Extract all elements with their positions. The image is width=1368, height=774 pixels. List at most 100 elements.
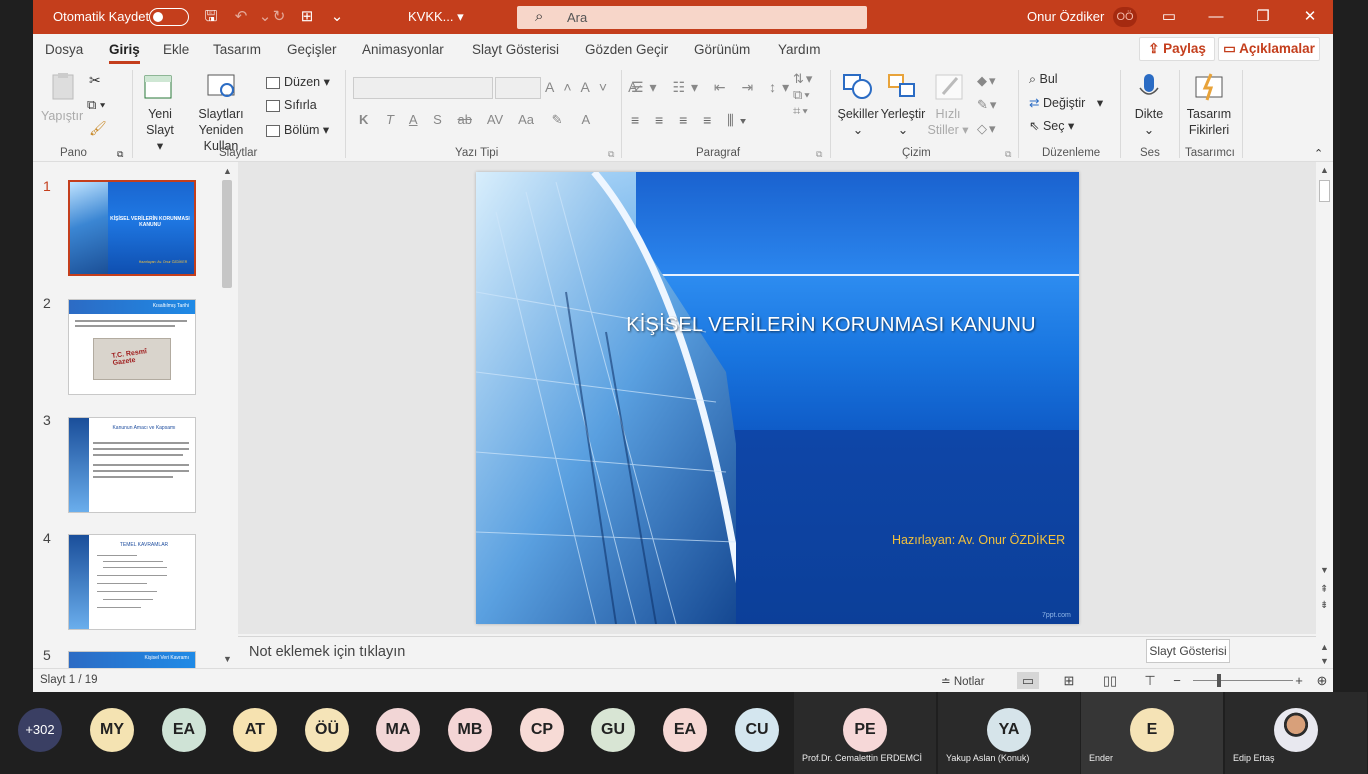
more-participants-button[interactable]: +302 (18, 708, 62, 752)
participant-avatar[interactable]: ÖÜ (305, 708, 349, 752)
tab-home[interactable]: Giriş (109, 42, 140, 64)
restore-icon[interactable]: ❐ (1248, 5, 1278, 29)
notes-scroll-up-icon[interactable]: ▲ (1320, 642, 1329, 652)
replace-button[interactable]: ⇄ Değiştir ▾ (1029, 95, 1103, 110)
scroll-thumb[interactable] (222, 180, 232, 288)
zoom-in-icon[interactable]: + (1292, 672, 1306, 689)
slide-title[interactable]: KİŞİSEL VERİLERİN KORUNMASI KANUNU (611, 314, 1051, 337)
collapse-ribbon-icon[interactable]: ⌃ (1314, 146, 1323, 162)
shapes-button[interactable]: Şekiller ⌄ (837, 106, 879, 138)
tab-insert[interactable]: Ekle (163, 42, 189, 57)
strikethrough-button[interactable]: ab (457, 112, 471, 127)
dictate-button[interactable]: Dikte ⌄ (1128, 106, 1170, 138)
slide-thumbnail-2[interactable]: Kısaltılmış Tarihi T.C. Resmî Gazete (68, 299, 196, 395)
zoom-slider-knob[interactable] (1217, 674, 1221, 687)
paste-icon[interactable] (47, 72, 81, 102)
close-icon[interactable]: ✕ (1295, 5, 1325, 29)
quick-styles-icon[interactable] (933, 72, 967, 102)
paste-button[interactable]: Yapıştır (41, 108, 83, 124)
autosave-toggle[interactable] (149, 8, 189, 26)
user-name[interactable]: Onur Özdiker (1027, 9, 1104, 24)
cut-icon[interactable]: ✂ (89, 72, 101, 88)
thumbnail-scrollbar[interactable]: ▲ ▼ (219, 166, 235, 666)
scroll-up-icon[interactable]: ▲ (1320, 165, 1329, 175)
slide-author[interactable]: Hazırlayan: Av. Onur ÖZDİKER (892, 533, 1065, 547)
slide-thumbnail-4[interactable]: TEMEL KAVRAMLAR (68, 534, 196, 630)
char-spacing-button[interactable]: AV (487, 112, 503, 127)
user-avatar[interactable]: OÖ (1113, 7, 1137, 27)
slideshow-icon[interactable]: ⊤ (1139, 672, 1161, 689)
participant-avatar[interactable]: GU (591, 708, 635, 752)
tab-view[interactable]: Görünüm (694, 42, 750, 57)
minimize-icon[interactable]: — (1201, 5, 1231, 29)
comments-button[interactable]: ▭ Açıklamalar (1218, 37, 1320, 61)
zoom-slider[interactable] (1193, 680, 1293, 681)
drawing-launcher-icon[interactable]: ⧉ (1005, 146, 1011, 162)
reset-button[interactable]: Sıfırla (266, 98, 317, 112)
list-indent-icons[interactable]: ☰▾ ☷▾ ⇤ ⇥ ↕▾ (631, 79, 795, 96)
slide-thumbnail-3[interactable]: Kanunun Amacı ve Kapsamı (68, 417, 196, 513)
search-box[interactable]: ⌕ Ara (517, 6, 867, 29)
arrange-button[interactable]: Yerleştir ⌄ (879, 106, 927, 138)
find-button[interactable]: ⌕ Bul (1029, 72, 1058, 87)
tab-help[interactable]: Yardım (778, 42, 821, 57)
current-slide[interactable]: KİŞİSEL VERİLERİN KORUNMASI KANUNU Hazır… (476, 172, 1079, 624)
format-painter-icon[interactable]: 🖌 (89, 120, 107, 136)
next-slide-icon[interactable]: ⇟ (1320, 600, 1328, 611)
tab-design[interactable]: Tasarım (213, 42, 261, 57)
share-button[interactable]: ⇪ Paylaş (1139, 37, 1215, 61)
scroll-up-icon[interactable]: ▲ (223, 166, 232, 176)
font-color-icon[interactable]: A (581, 112, 590, 127)
scroll-down-icon[interactable]: ▼ (223, 654, 232, 664)
bold-button[interactable]: K (359, 112, 368, 127)
zoom-out-icon[interactable]: − (1170, 672, 1184, 689)
tab-file[interactable]: Dosya (45, 42, 83, 57)
font-launcher-icon[interactable]: ⧉ (608, 146, 614, 162)
scroll-down-icon[interactable]: ▼ (1320, 565, 1329, 575)
shadow-button[interactable]: S (433, 112, 442, 127)
font-name-field[interactable] (353, 77, 493, 99)
participant-avatar[interactable]: EA (663, 708, 707, 752)
microphone-icon[interactable] (1132, 72, 1166, 102)
shape-fill-outline-icons[interactable]: ◆▾ ✎▾ ◇▾ (977, 69, 998, 141)
participant-tile[interactable]: E Ender (1081, 692, 1223, 774)
participant-avatar[interactable]: MY (90, 708, 134, 752)
reading-view-icon[interactable]: ▯▯ (1099, 672, 1121, 689)
redo-icon[interactable]: ↻ (269, 7, 289, 27)
tab-slideshow[interactable]: Slayt Gösterisi (472, 42, 559, 57)
previous-slide-icon[interactable]: ⇞ (1320, 584, 1328, 595)
new-slide-icon[interactable] (141, 72, 175, 102)
slide-sorter-icon[interactable]: ⊞ (1058, 672, 1080, 689)
slide-thumbnail-1[interactable]: KİŞİSEL VERİLERİN KORUNMASI KANUNU Hazır… (68, 180, 196, 276)
alignment-icons[interactable]: ≡ ≡ ≡ ≡ ⫼▾ (631, 112, 753, 129)
shapes-icon[interactable] (841, 72, 875, 102)
new-slide-button[interactable]: Yeni Slayt ▾ (143, 106, 177, 154)
change-case-button[interactable]: Aa (518, 112, 534, 127)
layout-button[interactable]: Düzen ▾ (266, 74, 330, 89)
scroll-thumb[interactable] (1319, 180, 1330, 202)
design-ideas-button[interactable]: Tasarım Fikirleri (1183, 106, 1235, 138)
notes-toggle-button[interactable]: ≐ Notlar (941, 674, 985, 688)
tab-transitions[interactable]: Geçişler (287, 42, 337, 57)
normal-view-icon[interactable]: ▭ (1017, 672, 1039, 689)
participant-avatar[interactable]: MA (376, 708, 420, 752)
clipboard-launcher-icon[interactable]: ⧉ (117, 146, 123, 162)
participant-tile[interactable]: PE Prof.Dr. Cemalettin ERDEMCİ (794, 692, 936, 774)
save-icon[interactable]: 🖫 (201, 7, 221, 27)
tab-review[interactable]: Gözden Geçir (585, 42, 668, 57)
participant-avatar[interactable]: CU (735, 708, 779, 752)
text-direction-icons[interactable]: ⇅▾ ⧉▾ ⌗▾ (793, 71, 814, 119)
slide-thumbnail-5[interactable]: Kişisel Veri Kavramı (68, 651, 196, 668)
arrange-icon[interactable] (886, 72, 920, 102)
participant-tile[interactable]: Edip Ertaş (1225, 692, 1367, 774)
tab-animations[interactable]: Animasyonlar (362, 42, 444, 57)
select-button[interactable]: ⇖ Seç ▾ (1029, 118, 1074, 133)
quick-styles-button[interactable]: Hızlı Stiller ▾ (927, 106, 969, 138)
reuse-slides-icon[interactable] (205, 72, 239, 102)
undo-icon[interactable]: ↶ (231, 7, 251, 27)
italic-button[interactable]: T (386, 112, 394, 127)
main-scrollbar[interactable]: ▲ ▼ (1316, 162, 1333, 580)
fit-to-window-icon[interactable]: ⊕ (1311, 672, 1333, 689)
present-from-start-icon[interactable]: ⊞ (297, 7, 317, 27)
copy-icon[interactable]: ⧉ ▾ (87, 97, 105, 113)
